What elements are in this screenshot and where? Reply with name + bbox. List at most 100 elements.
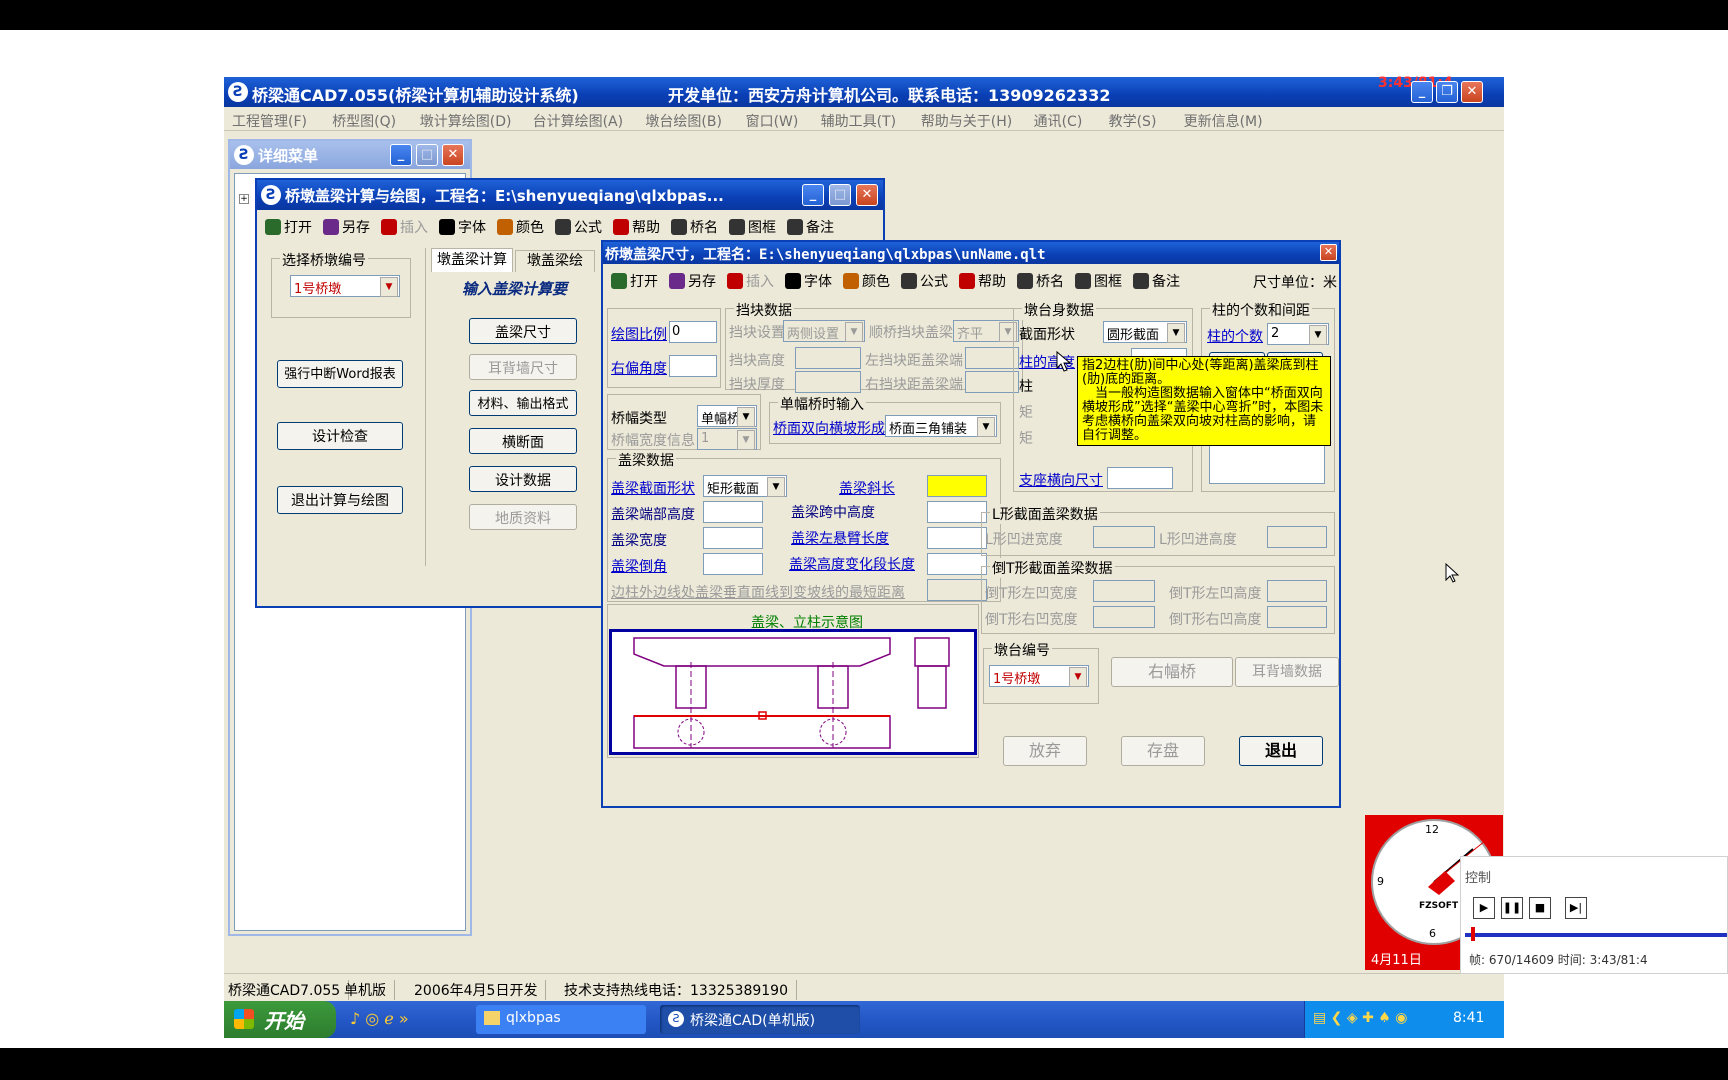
slope-label[interactable]: 桥面双向横坡形成 <box>773 418 885 438</box>
menu-item[interactable]: 工程管理(F) <box>232 111 307 131</box>
toolbar-icon <box>787 219 803 235</box>
menu-item[interactable]: 教学(S) <box>1109 111 1157 131</box>
beam-section-select[interactable]: 矩形截面 <box>703 475 787 497</box>
play-button[interactable]: ▶ <box>1473 897 1495 919</box>
pier-no-select[interactable]: 1号桥墩 <box>989 665 1089 687</box>
column-count-select[interactable]: 2 <box>1267 323 1329 345</box>
beam-vary-input[interactable] <box>927 553 987 575</box>
player-status: 帧: 670/14609 时间: 3:43/81:4 <box>1469 953 1648 967</box>
pier-select[interactable]: 1号桥墩 <box>290 275 400 297</box>
toolbar-button[interactable]: 图框 <box>729 217 776 237</box>
clock-time: 8:41 <box>1453 1010 1485 1026</box>
start-button[interactable]: 开始 <box>224 1001 336 1038</box>
minimize-button[interactable]: _ <box>802 184 824 206</box>
menu-item[interactable]: 辅助工具(T) <box>821 111 896 131</box>
menu-item[interactable]: 更新信息(M) <box>1184 111 1263 131</box>
material-format-button[interactable]: 材料、输出格式 <box>469 390 577 416</box>
maximize-button[interactable]: ❐ <box>1436 81 1458 103</box>
toolbar-button[interactable]: 另存 <box>669 271 716 291</box>
toolbar-button[interactable]: 帮助 <box>959 271 1006 291</box>
slope-select[interactable]: 桥面三角铺装 <box>885 415 997 437</box>
toolbar-button[interactable]: 公式 <box>555 217 602 237</box>
progress-track[interactable] <box>1465 933 1727 937</box>
beam-skew-input[interactable] <box>927 475 987 497</box>
menu-item[interactable]: 墩计算绘图(D) <box>420 111 512 131</box>
design-data-button[interactable]: 设计数据 <box>469 466 577 492</box>
close-button[interactable]: ✕ <box>856 184 878 206</box>
taskbar-item-cad[interactable]: Ƨ 桥梁通CAD(单机版) <box>660 1005 860 1034</box>
beam-vary-label[interactable]: 盖梁高度变化段长度 <box>789 554 915 574</box>
cross-section-button[interactable]: 横断面 <box>469 428 577 454</box>
toolbar-button[interactable]: 插入 <box>381 217 428 237</box>
tray-icons[interactable]: ▤ ❮ ◈ ✚ ♠ ◉ <box>1313 1010 1407 1026</box>
stopper-setting-label: 挡块设置 <box>729 325 785 341</box>
design-check-button[interactable]: 设计检查 <box>277 422 403 450</box>
bottom-black-bar <box>0 1048 1728 1080</box>
beam-cantilever-input[interactable] <box>927 527 987 549</box>
menu-item[interactable]: 帮助与关于(H) <box>921 111 1012 131</box>
toolbar-button[interactable]: 备注 <box>1133 271 1180 291</box>
close-button[interactable]: ✕ <box>442 144 464 166</box>
toolbar-button[interactable]: 图框 <box>1075 271 1122 291</box>
toolbar-label: 备注 <box>1152 274 1180 290</box>
menu-item[interactable]: 窗口(W) <box>746 111 799 131</box>
minimize-button[interactable]: _ <box>390 144 412 166</box>
app-logo-icon: Ƨ <box>228 82 248 102</box>
taskbar-item-qlxbpas[interactable]: qlxbpas <box>476 1005 646 1034</box>
scale-label[interactable]: 绘图比例 <box>611 324 667 344</box>
tree-expand-icon[interactable]: + <box>239 194 249 204</box>
quicklaunch-icon[interactable]: ♪ ◎ ℯ » <box>350 1009 409 1028</box>
beam-end-height-input[interactable] <box>703 501 763 523</box>
minimize-button[interactable]: _ <box>1411 81 1433 103</box>
toolbar-button[interactable]: 字体 <box>439 217 486 237</box>
word-report-button[interactable]: 强行中断Word报表 <box>277 360 403 388</box>
toolbar-button[interactable]: 字体 <box>785 271 832 291</box>
toolbar-button[interactable]: 帮助 <box>613 217 660 237</box>
angle-input[interactable] <box>669 355 717 377</box>
beam-width-input[interactable] <box>703 527 763 549</box>
column-count-label[interactable]: 柱的个数 <box>1207 326 1263 346</box>
beam-mid-height-input[interactable] <box>927 501 987 523</box>
toolbar-button[interactable]: 公式 <box>901 271 948 291</box>
beam-dim-window: 桥墩盖梁尺寸，工程名：E:\shenyueqiang\qlxbpas\unNam… <box>601 240 1341 808</box>
toolbar-button[interactable]: 插入 <box>727 271 774 291</box>
toolbar-button[interactable]: 颜色 <box>497 217 544 237</box>
inv-t-rh-input <box>1267 606 1327 628</box>
tab-pier-beam-calc[interactable]: 墩盖梁计算 <box>431 248 513 272</box>
beam-chamfer-input[interactable] <box>703 553 763 575</box>
section-shape-select[interactable]: 圆形截面 <box>1103 321 1187 343</box>
width-type-select[interactable]: 单幅桥 <box>697 405 757 427</box>
pier-body-title: 墩台身数据 <box>1022 300 1096 320</box>
next-frame-button[interactable]: ▶| <box>1565 897 1587 919</box>
beam-size-button[interactable]: 盖梁尺寸 <box>469 318 577 344</box>
exit-button[interactable]: 退出 <box>1239 736 1323 766</box>
toolbar-button[interactable]: 备注 <box>787 217 834 237</box>
toolbar-button[interactable]: 打开 <box>265 217 312 237</box>
menu-item[interactable]: 桥型图(Q) <box>332 111 396 131</box>
menu-item[interactable]: 通讯(C) <box>1034 111 1083 131</box>
l-height-label: L形凹进高度 <box>1159 532 1237 548</box>
menu-item[interactable]: 墩台绘图(B) <box>645 111 722 131</box>
toolbar-button[interactable]: 桥名 <box>1017 271 1064 291</box>
scale-input[interactable]: 0 <box>669 321 717 343</box>
toolbar-button[interactable]: 颜色 <box>843 271 890 291</box>
beam-section-label[interactable]: 盖梁截面形状 <box>611 478 695 498</box>
stopper-thick-label: 挡块厚度 <box>729 377 785 393</box>
menu-item[interactable]: 台计算绘图(A) <box>533 111 624 131</box>
toolbar-button[interactable]: 打开 <box>611 271 658 291</box>
close-button[interactable]: ✕ <box>1320 244 1337 261</box>
bearing-label[interactable]: 支座横向尺寸 <box>1019 470 1103 490</box>
tab-pier-beam-draw[interactable]: 墩盖梁绘 <box>515 250 595 272</box>
stop-button[interactable]: ■ <box>1529 897 1551 919</box>
progress-thumb[interactable] <box>1471 927 1475 941</box>
exit-calc-button[interactable]: 退出计算与绘图 <box>277 486 403 514</box>
bearing-input[interactable] <box>1107 467 1173 489</box>
toolbar-button[interactable]: 另存 <box>323 217 370 237</box>
angle-label[interactable]: 右偏角度 <box>611 358 667 378</box>
toolbar-button[interactable]: 桥名 <box>671 217 718 237</box>
pause-button[interactable]: ❚❚ <box>1501 897 1523 919</box>
beam-chamfer-label[interactable]: 盖梁倒角 <box>611 556 667 576</box>
beam-cantilever-label[interactable]: 盖梁左悬臂长度 <box>791 528 889 548</box>
beam-skew-label[interactable]: 盖梁斜长 <box>839 478 895 498</box>
close-button[interactable]: ✕ <box>1461 81 1483 103</box>
